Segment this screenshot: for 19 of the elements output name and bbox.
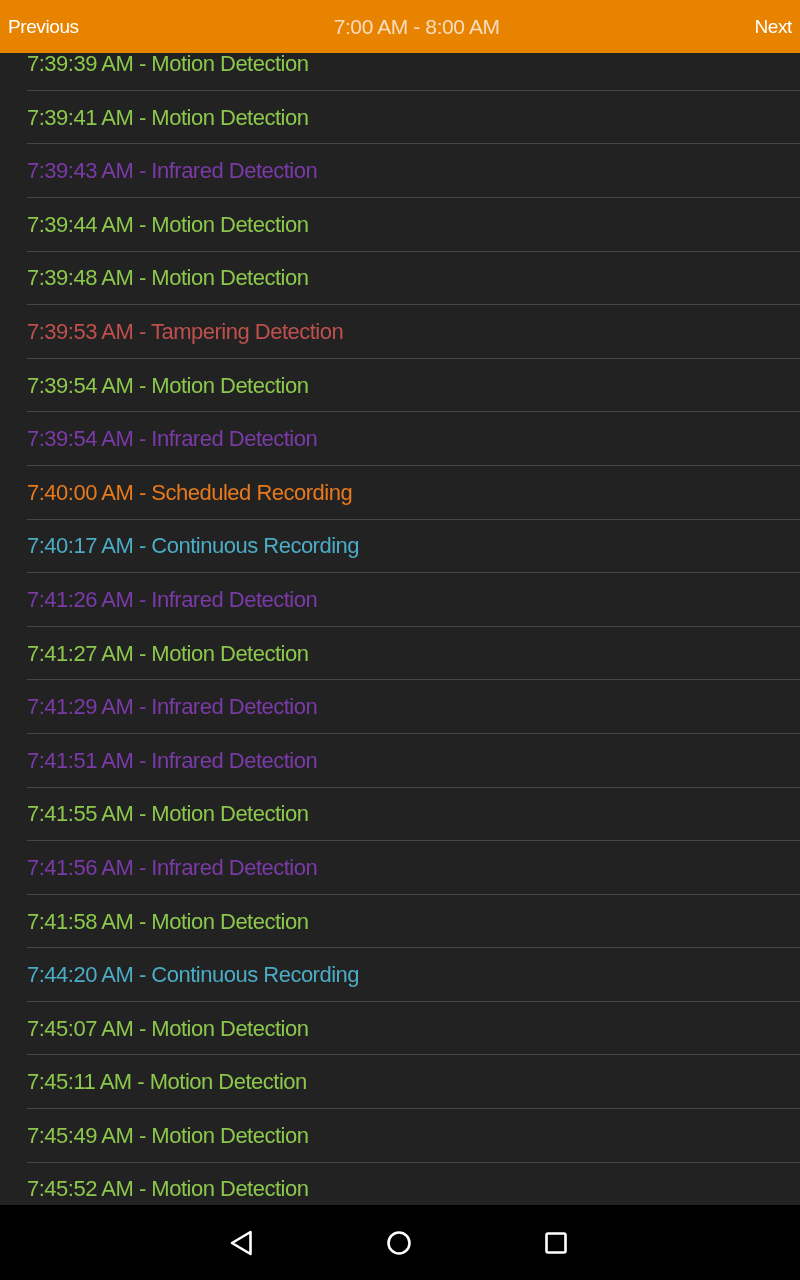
event-entry[interactable]: 7:41:27 AM - Motion Detection bbox=[27, 643, 309, 664]
event-entry[interactable]: 7:39:41 AM - Motion Detection bbox=[27, 107, 309, 128]
event-entry[interactable]: 7:45:49 AM - Motion Detection bbox=[27, 1125, 309, 1146]
event-entry[interactable]: 7:44:20 AM - Continuous Recording bbox=[27, 965, 360, 986]
event-entry[interactable]: 7:39:44 AM - Motion Detection bbox=[27, 214, 309, 235]
event-entry[interactable]: 7:39:39 AM - Motion Detection bbox=[27, 54, 309, 74]
recents-icon[interactable] bbox=[545, 1231, 567, 1254]
event-entry[interactable]: 7:39:48 AM - Motion Detection bbox=[27, 268, 309, 289]
event-entry[interactable]: 7:45:07 AM - Motion Detection bbox=[27, 1018, 309, 1039]
event-entry[interactable]: 7:41:58 AM - Motion Detection bbox=[27, 911, 309, 932]
home-icon[interactable] bbox=[387, 1230, 411, 1255]
event-entry[interactable]: 7:45:52 AM - Motion Detection bbox=[27, 1179, 309, 1200]
event-entry[interactable]: 7:41:55 AM - Motion Detection bbox=[27, 804, 309, 825]
event-entry[interactable]: 7:45:11 AM - Motion Detection bbox=[27, 1072, 307, 1093]
time-range-title: 7:00 AM - 8:00 AM bbox=[333, 13, 500, 40]
event-entry[interactable]: 7:40:17 AM - Continuous Recording bbox=[27, 536, 360, 557]
event-entry[interactable]: 7:40:00 AM - Scheduled Recording bbox=[27, 482, 353, 503]
event-entry[interactable]: 7:39:54 AM - Motion Detection bbox=[27, 375, 309, 396]
back-icon[interactable] bbox=[230, 1229, 253, 1256]
